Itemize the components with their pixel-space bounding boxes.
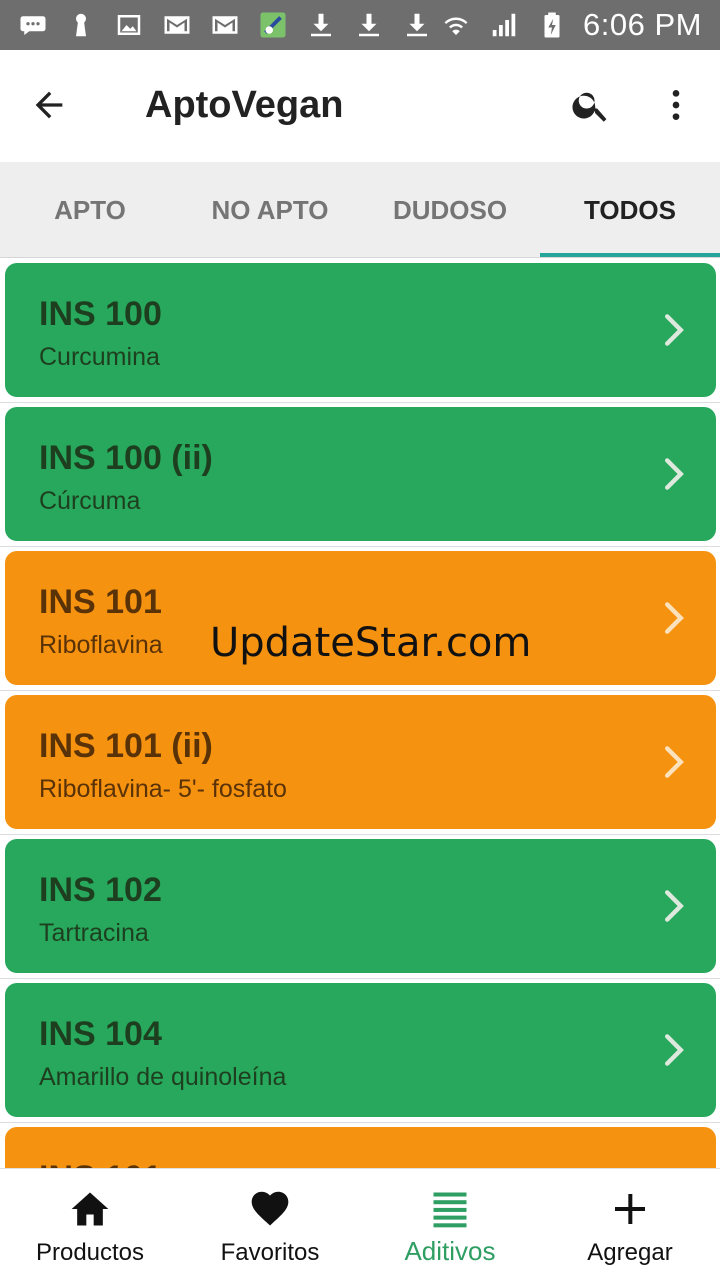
nav-label: Agregar [587,1239,673,1266]
nav-favoritos[interactable]: Favoritos [180,1169,360,1280]
wifi-icon [439,8,473,42]
app-thumbnail-icon [256,8,290,42]
home-icon [68,1187,112,1231]
more-vert-icon [672,90,680,120]
list-item[interactable]: INS 100 Curcumina [5,263,716,397]
tab-todos[interactable]: TODOS [540,162,720,258]
divider [0,1122,720,1123]
chevron-right-icon [664,602,684,634]
download-icon [352,8,386,42]
app-bar: AptoVegan [0,50,720,162]
chevron-right-icon [664,458,684,490]
tab-bar: APTO NO APTO DUDOSO TODOS [0,162,720,258]
item-code: INS 101 (ii) [39,727,213,765]
list-item[interactable]: INS 104 Amarillo de quinoleína [5,983,716,1117]
chevron-right-icon [664,746,684,778]
gmail-icon [160,8,194,42]
item-name: Riboflavina- 5'- fosfato [39,775,287,803]
list-item[interactable]: INS 100 (ii) Cúrcuma [5,407,716,541]
bottom-navigation: Productos Favoritos Aditivos Agregar [0,1168,720,1280]
nav-label: Productos [35,1239,145,1266]
chat-icon [16,8,50,42]
list-item[interactable]: INS 101 (ii) Riboflavina- 5'- fosfato [5,695,716,829]
battery-charging-icon [535,8,569,42]
download-icon [304,8,338,42]
divider [0,546,720,547]
item-code: INS 101 [39,583,162,621]
chevron-right-icon [664,314,684,346]
chevron-right-icon [664,890,684,922]
status-bar: 6:06 PM [0,0,720,50]
nav-aditivos[interactable]: Aditivos [360,1169,540,1280]
divider [0,402,720,403]
search-icon [572,92,607,122]
arrow-back-icon [35,91,63,119]
search-button[interactable] [560,74,622,136]
status-time: 6:06 PM [583,7,702,42]
item-name: Amarillo de quinoleína [39,1063,287,1091]
item-name: Riboflavina [39,631,163,659]
chevron-right-icon [664,1034,684,1066]
status-right-icons: 6:06 PM [439,0,702,50]
divider [0,978,720,979]
list-item[interactable]: INS 101 [5,1127,716,1168]
item-name: Tartracina [39,919,149,947]
plus-icon [608,1187,652,1231]
status-left-icons [16,0,434,50]
nav-productos[interactable]: Productos [0,1169,180,1280]
signal-icon [487,8,521,42]
item-code: INS 101 [39,1159,162,1168]
nav-agregar[interactable]: Agregar [540,1169,720,1280]
list-item[interactable]: INS 102 Tartracina [5,839,716,973]
heart-icon [248,1187,292,1231]
watermark-text: UpdateStar.com [210,620,532,666]
back-button[interactable] [18,74,80,136]
item-name: Cúrcuma [39,487,141,515]
item-code: INS 104 [39,1015,162,1053]
keyhole-icon [64,8,98,42]
tab-apto[interactable]: APTO [0,162,180,258]
divider [0,690,720,691]
screen: 6:06 PM AptoVegan APTO NO APTO DUDOSO TO… [0,0,720,1280]
overflow-menu-button[interactable] [648,74,704,136]
page-title: AptoVegan [145,84,344,126]
download-icon [400,8,434,42]
tab-indicator [540,253,720,257]
nav-label: Favoritos [220,1239,320,1266]
item-code: INS 100 (ii) [39,439,213,477]
divider [0,834,720,835]
tab-no-apto[interactable]: NO APTO [180,162,360,258]
additives-list[interactable]: INS 100 Curcumina INS 100 (ii) Cúrcuma I… [0,258,720,1168]
image-icon [112,8,146,42]
tab-dudoso[interactable]: DUDOSO [360,162,540,258]
item-name: Curcumina [39,343,160,371]
item-code: INS 102 [39,871,162,909]
gmail-icon [208,8,242,42]
item-code: INS 100 [39,295,162,333]
list-lines-icon [428,1187,472,1231]
nav-label: Aditivos [404,1236,496,1266]
